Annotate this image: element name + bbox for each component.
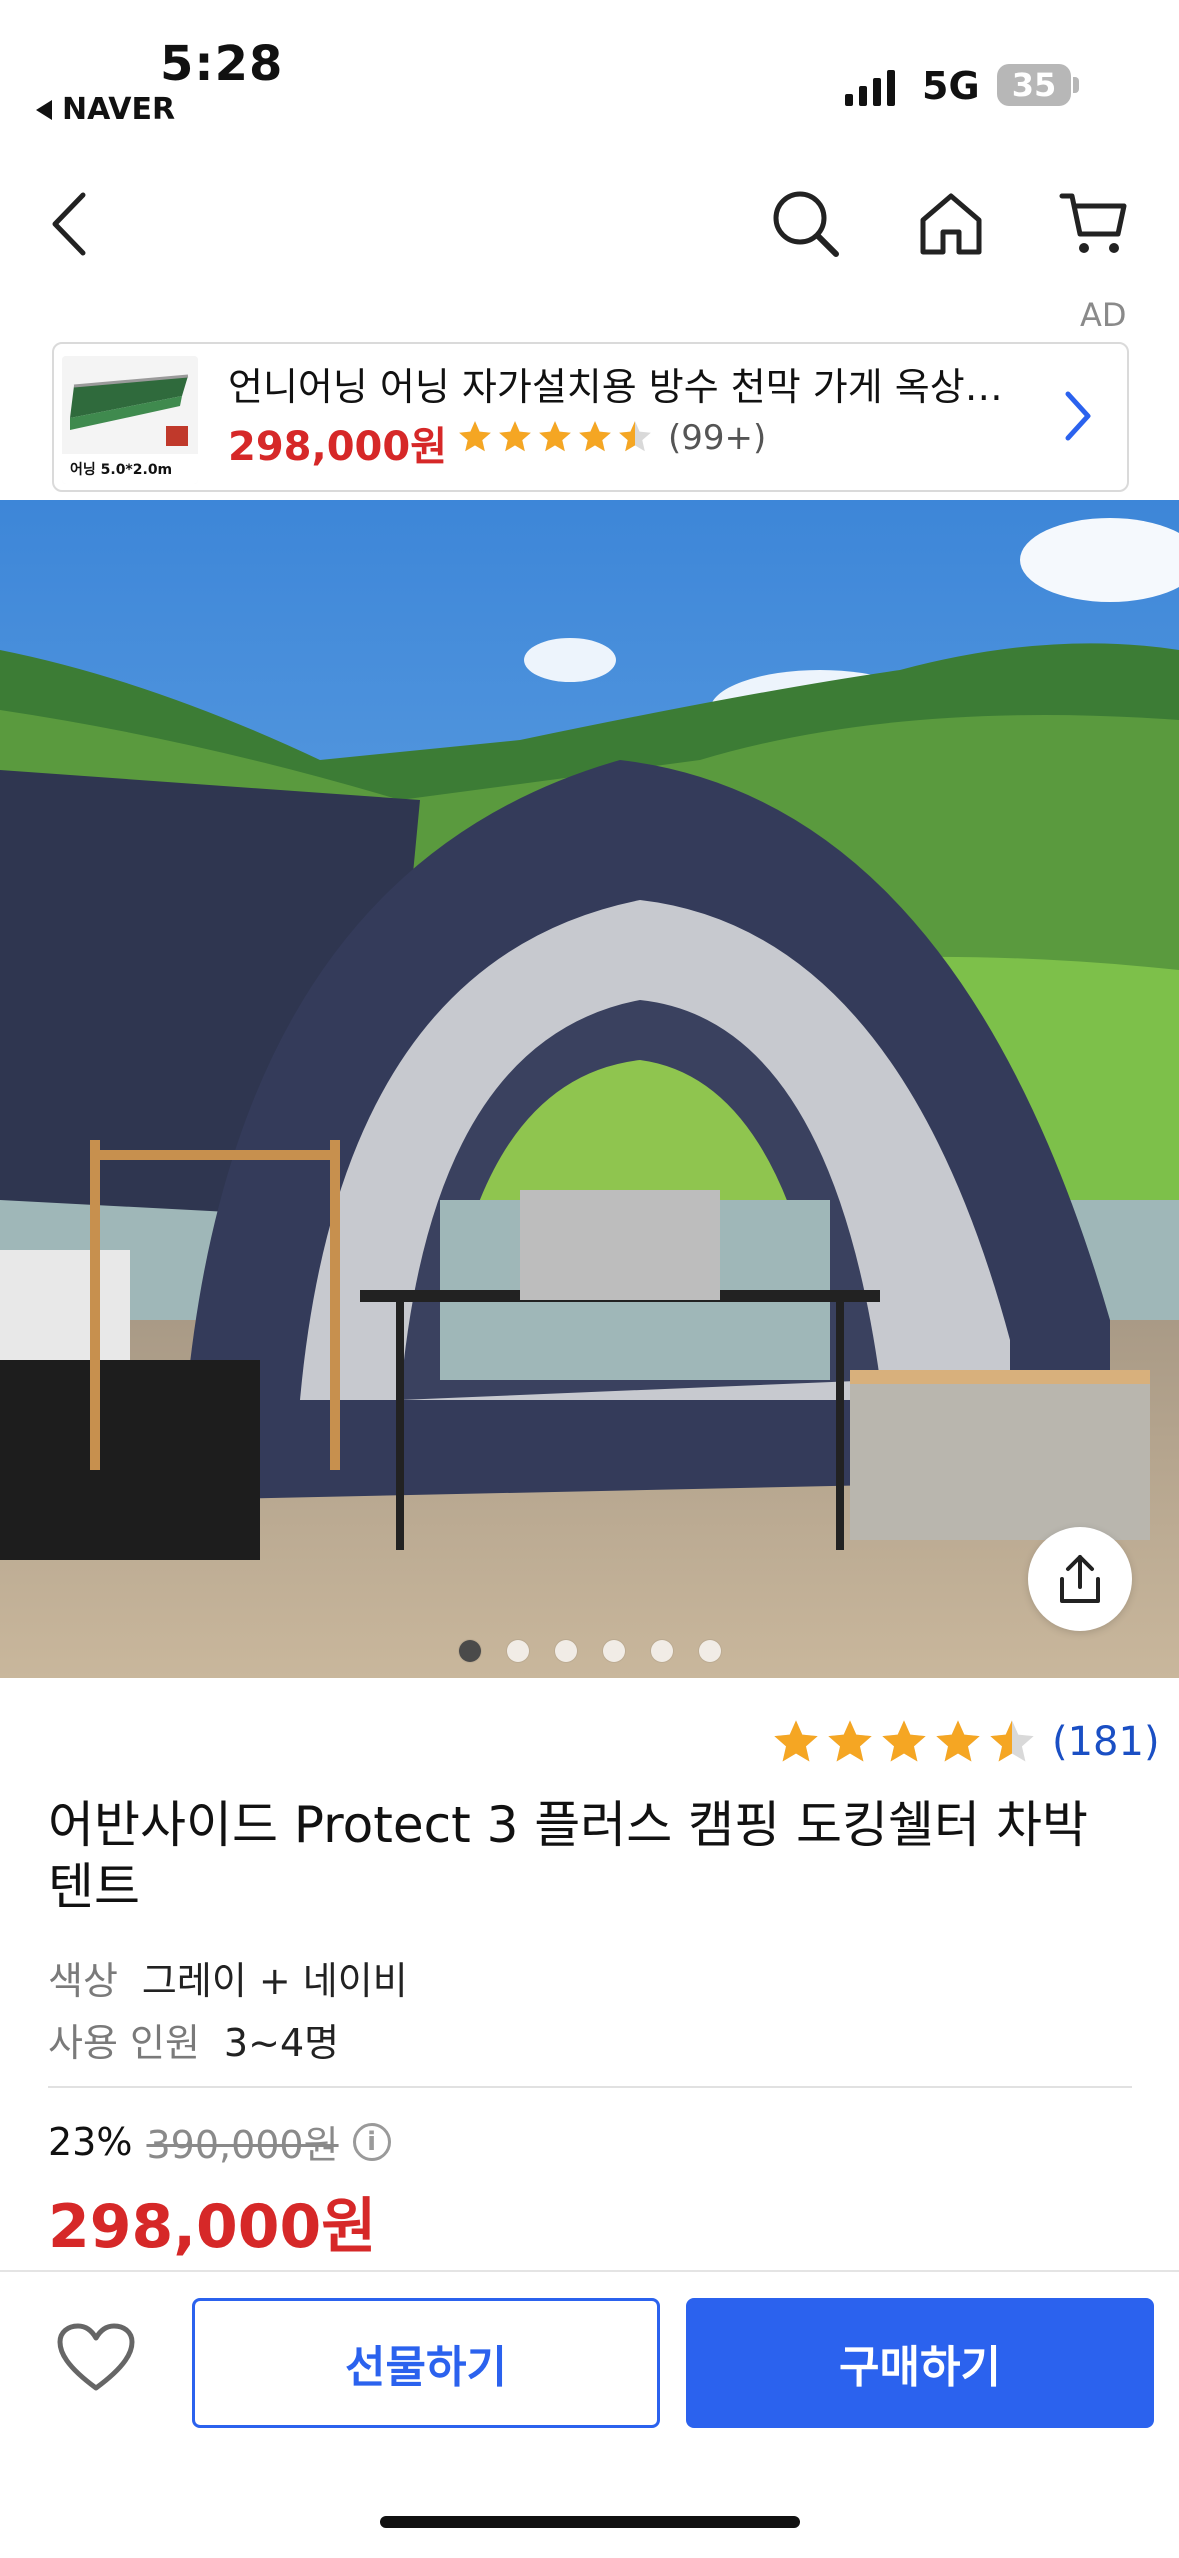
ad-arrow-button[interactable]	[1060, 386, 1096, 450]
chevron-left-icon	[52, 192, 86, 256]
discount-rate: 23%	[48, 2119, 133, 2164]
product-review-count[interactable]: (181)	[1052, 1719, 1160, 1765]
ad-review-count: (99+)	[668, 418, 767, 458]
option-value: 3~4명	[223, 2021, 340, 2065]
gallery-pagination	[0, 1640, 1179, 1662]
battery-icon: 35	[997, 64, 1071, 106]
star-icon	[774, 1720, 818, 1762]
info-icon[interactable]: i	[352, 2122, 391, 2161]
product-rating[interactable]: (181)	[770, 1716, 1160, 1768]
back-to-app-link[interactable]: NAVER	[36, 92, 175, 127]
cart-button[interactable]	[1054, 184, 1134, 264]
star-icon	[936, 1720, 980, 1762]
option-row-color: 색상 그레이 + 네이비	[48, 1950, 408, 2005]
cellular-signal-icon	[845, 68, 895, 106]
discount-row: 23% 390,000원 i	[48, 2114, 391, 2169]
tent-photo	[0, 500, 1179, 1678]
home-button[interactable]	[911, 184, 991, 264]
battery-tip	[1073, 77, 1079, 93]
back-app-label: NAVER	[62, 92, 176, 127]
product-image[interactable]	[0, 500, 1179, 1678]
status-time: 5:28	[160, 36, 284, 92]
product-rating-stars	[770, 1716, 1038, 1768]
back-button[interactable]	[30, 184, 110, 264]
ad-thumb-caption: 어닝 5.0*2.0m	[70, 461, 172, 478]
option-value: 그레이 + 네이비	[141, 1959, 408, 2003]
home-indicator	[380, 2516, 800, 2528]
ad-label: AD	[1080, 296, 1127, 334]
share-icon	[1060, 1555, 1100, 1603]
ad-thumbnail: 어닝 5.0*2.0m	[62, 356, 198, 484]
option-key: 색상	[48, 1959, 118, 2003]
star-icon	[579, 421, 611, 452]
cart-icon	[1059, 193, 1127, 253]
option-row-capacity: 사용 인원 3~4명	[48, 2012, 339, 2067]
network-type: 5G	[922, 64, 980, 108]
search-button[interactable]	[766, 184, 846, 264]
star-icon	[882, 1720, 926, 1762]
gallery-dot[interactable]	[554, 1640, 577, 1662]
star-icon	[828, 1720, 872, 1762]
gallery-dot[interactable]	[650, 1640, 673, 1662]
share-button[interactable]	[1028, 1527, 1132, 1631]
buy-button[interactable]: 구매하기	[686, 2298, 1154, 2428]
option-key: 사용 인원	[48, 2021, 200, 2065]
gallery-dot[interactable]	[506, 1640, 529, 1662]
awning-image: 어닝 5.0*2.0m	[62, 356, 198, 484]
gallery-dot[interactable]	[698, 1640, 721, 1662]
ad-rating-stars	[456, 418, 654, 456]
sale-price: 298,000원	[48, 2192, 377, 2262]
chevron-right-icon	[1065, 391, 1091, 441]
back-triangle-icon	[36, 99, 52, 120]
home-icon	[920, 193, 982, 255]
product-title: 어반사이드 Protect 3 플러스 캠핑 도킹쉘터 차박 텐트	[48, 1796, 1088, 1916]
star-icon	[459, 421, 491, 452]
gallery-dot[interactable]	[602, 1640, 625, 1662]
gallery-dot[interactable]	[458, 1640, 481, 1662]
divider	[48, 2086, 1132, 2088]
wishlist-button[interactable]	[56, 2322, 136, 2398]
original-price: 390,000원	[146, 2123, 339, 2167]
star-icon	[990, 1720, 1034, 1762]
heart-icon	[57, 2323, 135, 2391]
search-icon	[773, 191, 839, 257]
star-icon	[619, 421, 651, 452]
star-icon	[499, 421, 531, 452]
ad-title[interactable]: 언니어닝 어닝 자가설치용 방수 천막 가게 옥상…	[228, 356, 1028, 411]
ad-price: 298,000원	[228, 424, 447, 470]
battery-level: 35	[1011, 66, 1057, 104]
gift-button[interactable]: 선물하기	[192, 2298, 660, 2428]
star-icon	[539, 421, 571, 452]
